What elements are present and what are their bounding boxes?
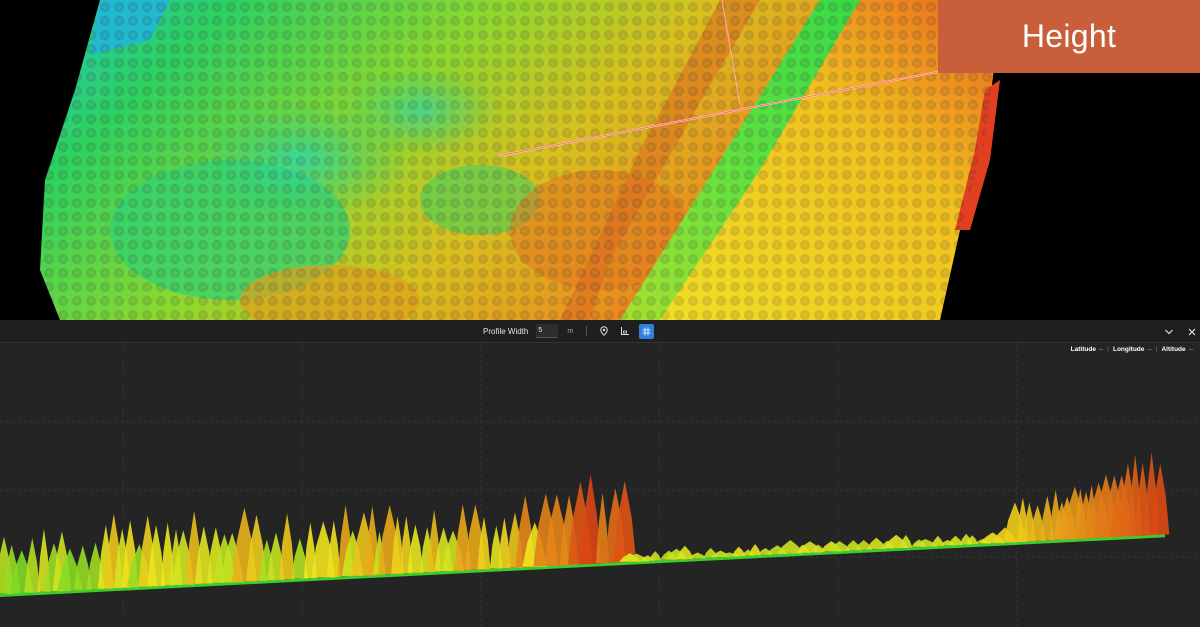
elevation-profile-plot[interactable] — [0, 342, 1200, 627]
profile-point-cloud — [0, 452, 1170, 597]
height-label-banner: Height — [938, 0, 1200, 73]
profile-toolbar-controls: Profile Width m — [483, 320, 661, 342]
chevron-down-icon[interactable] — [1163, 325, 1175, 337]
profile-panel: Profile Width m Latitude -- | Longitude … — [0, 320, 1200, 627]
profile-width-label: Profile Width — [483, 326, 529, 336]
measure-icon[interactable] — [618, 324, 632, 338]
point-cloud-viewport[interactable]: Height — [0, 0, 1200, 320]
profile-tree — [279, 513, 295, 580]
location-pin-icon[interactable] — [597, 324, 611, 338]
close-icon[interactable] — [1186, 325, 1198, 337]
profile-toolbar: Profile Width m — [0, 320, 1200, 343]
profile-width-input[interactable] — [536, 324, 559, 338]
profile-tree — [649, 551, 662, 561]
toolbar-divider — [586, 326, 588, 336]
grid-icon[interactable] — [639, 323, 655, 339]
profile-width-unit: m — [567, 327, 574, 335]
